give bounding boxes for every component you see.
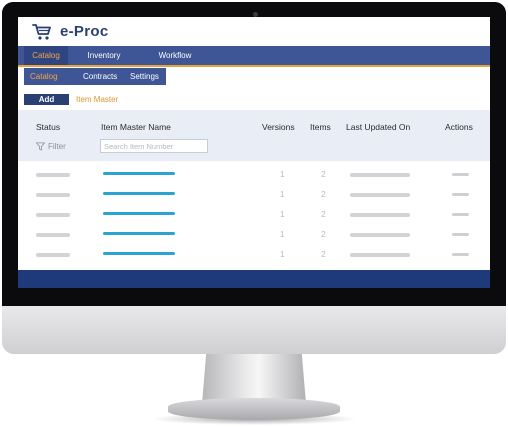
subtab-settings[interactable]: Settings	[130, 68, 159, 85]
subtab-catalog[interactable]: Catalog	[30, 68, 58, 85]
last-updated-placeholder	[350, 213, 410, 217]
status-placeholder	[36, 213, 70, 217]
status-placeholder	[36, 233, 70, 237]
versions-value: 1	[280, 229, 285, 239]
last-updated-placeholder	[350, 173, 410, 177]
monitor-chin	[2, 306, 506, 354]
column-actions[interactable]: Actions	[445, 122, 473, 132]
breadcrumb-item-master[interactable]: Item Master	[76, 94, 118, 105]
item-name-link[interactable]	[103, 212, 175, 215]
shopping-cart-icon[interactable]	[32, 23, 52, 41]
column-last-updated[interactable]: Last Updated On	[346, 122, 410, 132]
item-name-link[interactable]	[103, 172, 175, 175]
status-placeholder	[36, 173, 70, 177]
item-name-link[interactable]	[103, 232, 175, 235]
actions-placeholder[interactable]	[452, 253, 469, 256]
table-header: Status Item Master Name Versions Items L…	[18, 110, 490, 161]
versions-value: 1	[280, 209, 285, 219]
main-nav: Catalog Inventory Workflow	[18, 46, 490, 67]
table-row[interactable]: 1 2	[18, 165, 490, 185]
status-placeholder	[36, 193, 70, 197]
column-versions[interactable]: Versions	[262, 122, 295, 132]
app-footer-bar	[18, 270, 490, 288]
column-item-master-name[interactable]: Item Master Name	[101, 122, 171, 132]
items-value: 2	[321, 229, 326, 239]
sub-nav: Catalog Contracts Settings	[24, 68, 166, 85]
subtab-contracts[interactable]: Contracts	[83, 68, 117, 85]
items-value: 2	[321, 249, 326, 259]
table-row[interactable]: 1 2	[18, 185, 490, 205]
item-name-link[interactable]	[103, 192, 175, 195]
status-placeholder	[36, 253, 70, 257]
status-filter[interactable]: Filter	[36, 141, 66, 152]
versions-value: 1	[280, 169, 285, 179]
item-name-link[interactable]	[103, 252, 175, 255]
filter-label: Filter	[48, 142, 66, 151]
app-title: e-Proc	[60, 23, 109, 40]
monitor-mockup: e-Proc Catalog Inventory Workflow Catalo…	[0, 0, 508, 427]
last-updated-placeholder	[350, 193, 410, 197]
tab-catalog[interactable]: Catalog	[24, 46, 68, 65]
actions-placeholder[interactable]	[452, 193, 469, 196]
table-row[interactable]: 1 2	[18, 225, 490, 245]
app-screen: e-Proc Catalog Inventory Workflow Catalo…	[18, 17, 490, 288]
actions-placeholder[interactable]	[452, 173, 469, 176]
versions-value: 1	[280, 189, 285, 199]
monitor-stand-neck	[202, 354, 306, 404]
last-updated-placeholder	[350, 253, 410, 257]
table-row[interactable]: 1 2	[18, 205, 490, 225]
add-button[interactable]: Add	[24, 94, 69, 105]
items-value: 2	[321, 209, 326, 219]
last-updated-placeholder	[350, 233, 410, 237]
app-header: e-Proc	[18, 17, 490, 46]
table-row[interactable]: 1 2	[18, 245, 490, 265]
monitor-stand-base	[168, 398, 340, 420]
actions-placeholder[interactable]	[452, 213, 469, 216]
column-status[interactable]: Status	[36, 122, 60, 132]
funnel-icon	[36, 142, 45, 151]
search-item-input[interactable]	[100, 139, 208, 153]
tab-workflow[interactable]: Workflow	[146, 46, 204, 65]
tab-inventory[interactable]: Inventory	[76, 46, 132, 65]
actions-placeholder[interactable]	[452, 233, 469, 236]
versions-value: 1	[280, 249, 285, 259]
column-items[interactable]: Items	[310, 122, 331, 132]
items-value: 2	[321, 189, 326, 199]
items-value: 2	[321, 169, 326, 179]
